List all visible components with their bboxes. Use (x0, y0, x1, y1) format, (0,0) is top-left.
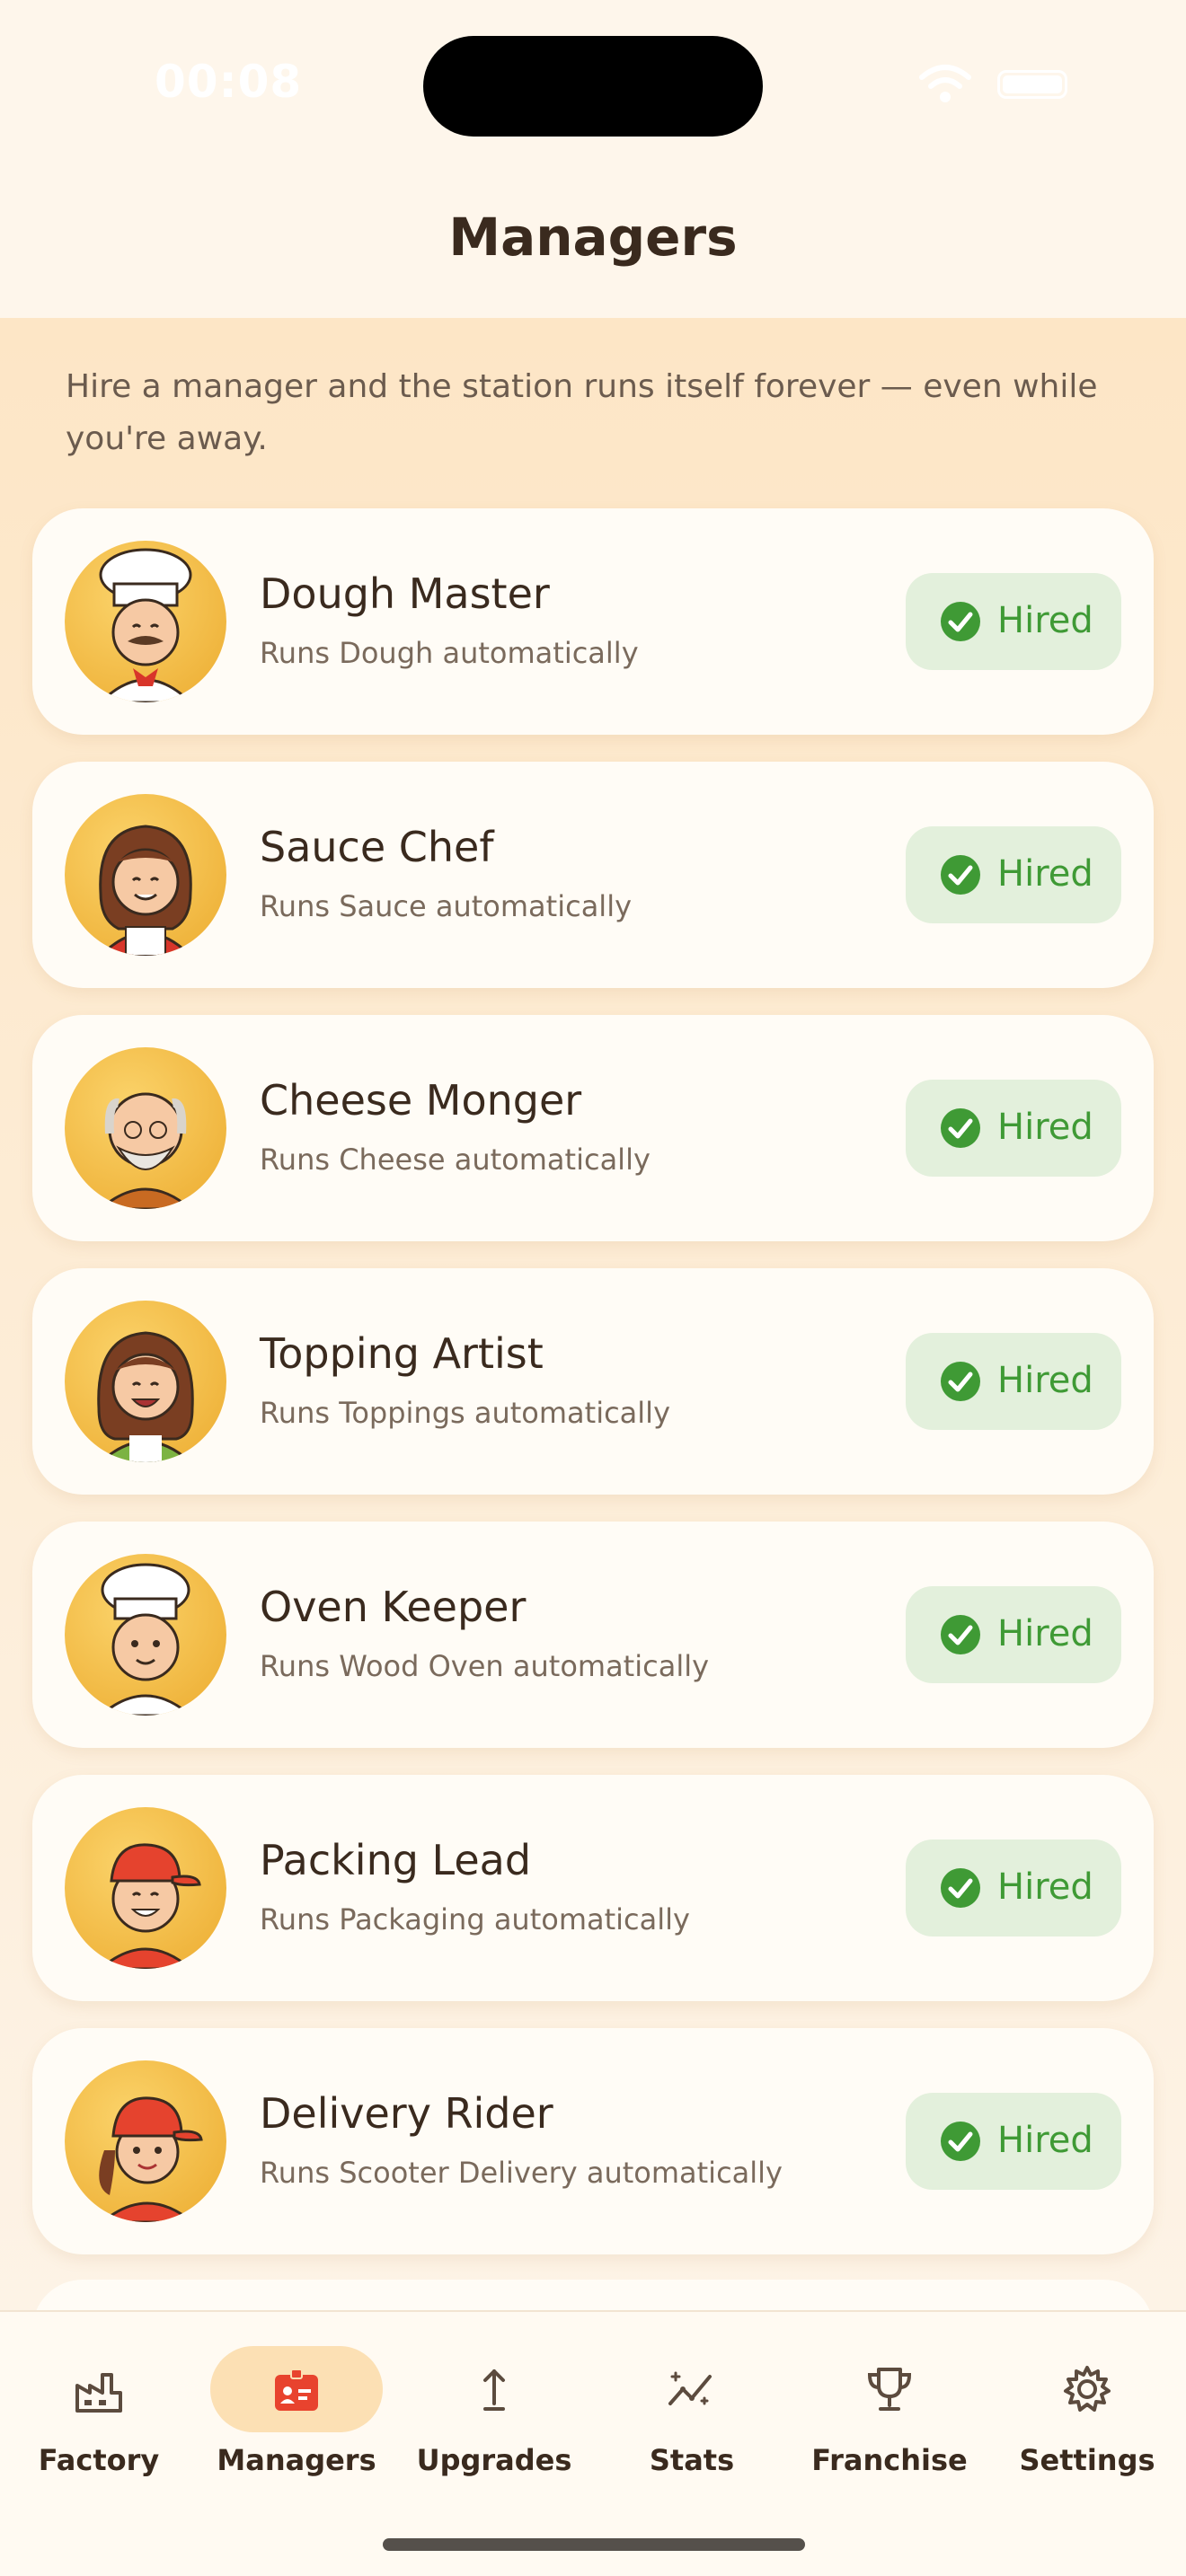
status-bar: 00:08 (0, 0, 1186, 171)
manager-name: Delivery Rider (260, 2089, 553, 2138)
tab-label: Stats (649, 2443, 735, 2477)
check-icon (941, 855, 980, 895)
manager-description: Runs Cheese automatically (260, 1142, 651, 1177)
manager-list[interactable]: Hire a manager and the station runs itse… (0, 318, 1186, 2312)
tab-bar: Factory Managers Upgrades Stats Franchis… (0, 2310, 1186, 2576)
woman-apron-avatar (65, 794, 226, 956)
chart-icon (668, 2371, 712, 2405)
manager-description: Runs Packaging automatically (260, 1902, 690, 1936)
manager-description: Runs Sauce automatically (260, 889, 633, 923)
manager-card[interactable]: Cheese Monger Runs Cheese automatically … (32, 1015, 1154, 1241)
header: Managers (0, 171, 1186, 318)
manager-card[interactable]: Packing Lead Runs Packaging automaticall… (32, 1775, 1154, 2001)
check-icon (941, 2122, 980, 2161)
hired-badge: Hired (906, 826, 1121, 923)
manager-description: Runs Wood Oven automatically (260, 1649, 710, 1683)
check-icon (941, 1362, 980, 1401)
hired-badge: Hired (906, 1839, 1121, 1936)
manager-name: Dough Master (260, 569, 550, 618)
hired-label: Hired (997, 2120, 1093, 2161)
hired-label: Hired (997, 1613, 1093, 1654)
hired-badge: Hired (906, 1333, 1121, 1430)
young-chef-avatar (65, 1554, 226, 1716)
manager-card[interactable]: Oven Keeper Runs Wood Oven automatically… (32, 1522, 1154, 1748)
manager-card[interactable]: Sauce Chef Runs Sauce automatically Hire… (32, 762, 1154, 988)
manager-card[interactable]: Topping Artist Runs Toppings automatical… (32, 1268, 1154, 1495)
hired-label: Hired (997, 1360, 1093, 1401)
arrow-up-icon (483, 2369, 505, 2411)
woman-green-avatar (65, 1301, 226, 1462)
tab-label: Upgrades (416, 2443, 572, 2477)
intro-text: Hire a manager and the station runs itse… (66, 368, 1098, 457)
tab-upgrades[interactable]: Upgrades (395, 2328, 593, 2508)
manager-name: Topping Artist (260, 1329, 544, 1378)
tab-factory[interactable]: Factory (0, 2328, 198, 2508)
manager-name: Sauce Chef (260, 823, 494, 871)
manager-description: Runs Toppings automatically (260, 1396, 670, 1430)
chef-mustache-avatar (65, 541, 226, 702)
tab-franchise[interactable]: Franchise (791, 2328, 988, 2508)
check-icon (941, 1868, 980, 1908)
red-cap-woman-avatar (65, 2060, 226, 2222)
dynamic-island (423, 36, 763, 137)
red-cap-man-avatar (65, 1807, 226, 1969)
tab-stats[interactable]: Stats (593, 2328, 791, 2508)
check-icon (941, 602, 980, 641)
hired-label: Hired (997, 1866, 1093, 1908)
tab-settings[interactable]: Settings (988, 2328, 1186, 2508)
manager-name: Oven Keeper (260, 1583, 527, 1631)
manager-name: Packing Lead (260, 1836, 532, 1884)
check-icon (941, 1108, 980, 1148)
old-man-beard-avatar (65, 1047, 226, 1209)
status-time: 00:08 (155, 56, 303, 108)
factory-icon (75, 2373, 122, 2413)
hired-badge: Hired (906, 1586, 1121, 1683)
tab-label: Factory (38, 2443, 160, 2477)
page-title: Managers (448, 207, 738, 268)
check-icon (941, 1615, 980, 1654)
battery-icon (997, 70, 1067, 99)
manager-card[interactable]: Dough Master Runs Dough automatically Hi… (32, 508, 1154, 735)
hired-badge: Hired (906, 573, 1121, 670)
manager-name: Cheese Monger (260, 1076, 582, 1125)
manager-description: Runs Dough automatically (260, 636, 639, 670)
trophy-icon (867, 2368, 912, 2411)
tab-label: Managers (217, 2443, 376, 2477)
wifi-icon (919, 65, 971, 102)
hired-label: Hired (997, 600, 1093, 641)
hired-label: Hired (997, 853, 1093, 895)
gear-icon (1064, 2366, 1111, 2412)
home-indicator[interactable] (383, 2538, 805, 2551)
tab-label: Settings (1019, 2443, 1155, 2477)
manager-description: Runs Scooter Delivery automatically (260, 2156, 783, 2190)
hired-badge: Hired (906, 2093, 1121, 2190)
hired-label: Hired (997, 1107, 1093, 1148)
tab-label: Franchise (811, 2443, 968, 2477)
hired-badge: Hired (906, 1080, 1121, 1177)
badge-icon (275, 2369, 318, 2411)
tab-managers[interactable]: Managers (198, 2328, 395, 2508)
manager-card[interactable]: Delivery Rider Runs Scooter Delivery aut… (32, 2028, 1154, 2254)
